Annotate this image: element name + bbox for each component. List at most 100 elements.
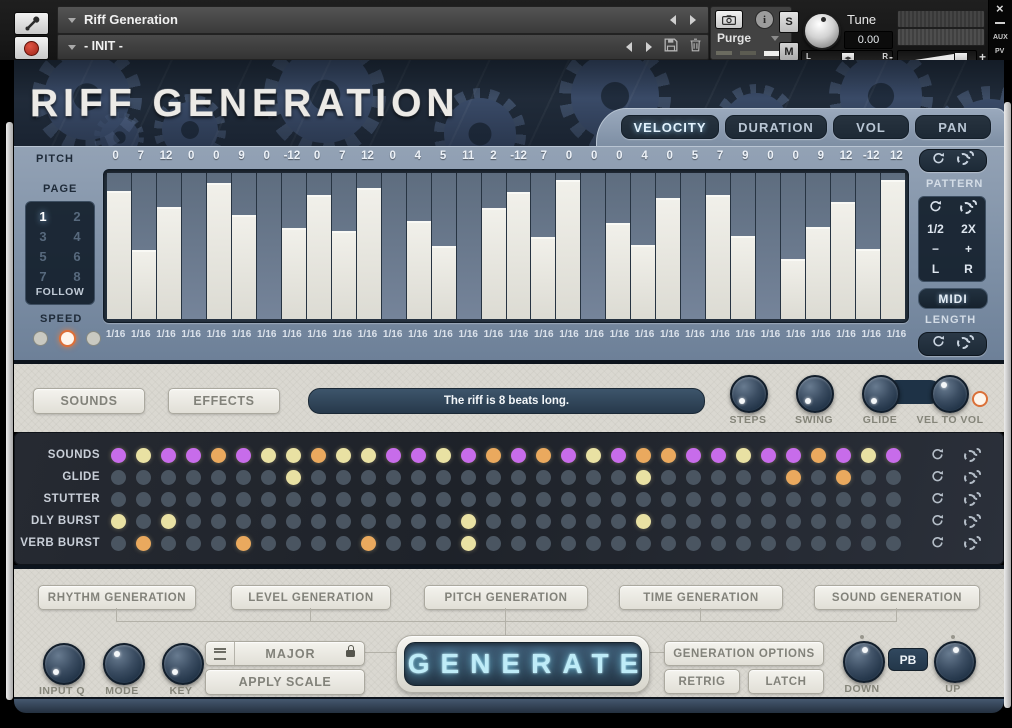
step-bar[interactable] [806, 227, 830, 319]
fx-step-dot[interactable] [836, 470, 851, 485]
page-7[interactable]: 7 [39, 269, 46, 284]
fx-step-dot[interactable] [386, 470, 401, 485]
duration-value[interactable]: 1/16 [859, 329, 884, 340]
pitch-value[interactable]: 12 [153, 150, 178, 162]
button-time-generation[interactable]: TIME GENERATION [619, 585, 783, 610]
step-column[interactable] [457, 173, 481, 319]
duration-value[interactable]: 1/16 [733, 329, 758, 340]
fx-step-dot[interactable] [461, 492, 476, 507]
fx-step-dot[interactable] [361, 514, 376, 529]
fx-step-dot[interactable] [761, 470, 776, 485]
button-pitch-generation[interactable]: PITCH GENERATION [424, 585, 588, 610]
pattern-button-r[interactable]: R [964, 262, 973, 276]
fx-step-dot[interactable] [186, 448, 201, 463]
pattern-button-l[interactable]: L [932, 262, 939, 276]
fx-step-dot[interactable] [711, 514, 726, 529]
scale-value[interactable]: MAJOR [235, 647, 346, 661]
step-bar[interactable] [531, 237, 555, 319]
step-column[interactable] [606, 173, 630, 319]
fx-step-dot[interactable] [386, 536, 401, 551]
fx-step-dot[interactable] [786, 536, 801, 551]
fx-row-refresh-icon[interactable] [931, 536, 944, 554]
effects-tab-button[interactable]: EFFECTS [168, 388, 280, 414]
fx-step-dot[interactable] [636, 536, 651, 551]
aux-label[interactable]: AUX [993, 34, 1008, 41]
pitch-value[interactable]: 7 [531, 150, 556, 162]
fx-step-dot[interactable] [661, 448, 676, 463]
swing-knob[interactable] [796, 375, 834, 413]
fx-step-dot[interactable] [411, 492, 426, 507]
fx-step-dot[interactable] [311, 514, 326, 529]
fx-step-dot[interactable] [711, 492, 726, 507]
fx-step-dot[interactable] [211, 514, 226, 529]
fx-step-dot[interactable] [586, 492, 601, 507]
fx-step-dot[interactable] [436, 448, 451, 463]
duration-value[interactable]: 1/16 [682, 329, 707, 340]
fx-step-dot[interactable] [486, 470, 501, 485]
duration-value[interactable]: 1/16 [204, 329, 229, 340]
fx-step-dot[interactable] [836, 536, 851, 551]
generate-button[interactable]: GENERATE [396, 635, 650, 693]
fx-step-dot[interactable] [411, 470, 426, 485]
edit-wrench-button[interactable] [14, 12, 49, 35]
pattern-button-2x[interactable]: 2X [961, 222, 976, 236]
minimize-icon[interactable] [995, 22, 1005, 24]
step-column[interactable] [781, 173, 805, 319]
duration-value[interactable]: 1/16 [430, 329, 455, 340]
fx-step-dot[interactable] [686, 492, 701, 507]
step-bar[interactable] [831, 202, 855, 319]
fx-step-dot[interactable] [661, 470, 676, 485]
fx-step-dot[interactable] [511, 536, 526, 551]
page-2[interactable]: 2 [73, 209, 80, 224]
retrig-button[interactable]: RETRIG [664, 669, 740, 694]
fx-step-dot[interactable] [336, 514, 351, 529]
fx-step-dot[interactable] [811, 536, 826, 551]
length-gear-icon[interactable] [957, 335, 974, 354]
step-column[interactable] [307, 173, 331, 319]
glide-knob[interactable] [862, 375, 900, 413]
fx-step-dot[interactable] [236, 448, 251, 463]
step-column[interactable] [182, 173, 206, 319]
fx-row-gear-icon[interactable] [964, 492, 981, 511]
snapshot-camera-button[interactable] [715, 10, 743, 29]
fx-step-dot[interactable] [436, 514, 451, 529]
pitch-value[interactable]: 4 [632, 150, 657, 162]
button-rhythm-generation[interactable]: RHYTHM GENERATION [38, 585, 196, 610]
pitch-value[interactable]: 0 [179, 150, 204, 162]
instrument-dropdown-caret[interactable] [68, 18, 76, 23]
step-bar[interactable] [881, 180, 905, 319]
fx-step-dot[interactable] [161, 448, 176, 463]
pitch-value[interactable]: 0 [657, 150, 682, 162]
fx-step-dot[interactable] [386, 448, 401, 463]
next-preset-arrow[interactable] [646, 42, 652, 52]
duration-value[interactable]: 1/16 [330, 329, 355, 340]
fx-step-dot[interactable] [636, 492, 651, 507]
fx-step-dot[interactable] [361, 448, 376, 463]
step-column[interactable] [831, 173, 855, 319]
step-column[interactable] [407, 173, 431, 319]
fx-step-dot[interactable] [611, 470, 626, 485]
pattern-button-−[interactable]: − [932, 242, 939, 256]
fx-step-dot[interactable] [486, 448, 501, 463]
step-bar[interactable] [107, 191, 131, 319]
fx-step-dot[interactable] [586, 470, 601, 485]
pitch-value[interactable]: 0 [305, 150, 330, 162]
refresh-icon[interactable] [932, 152, 945, 170]
step-column[interactable] [282, 173, 306, 319]
fx-step-dot[interactable] [261, 514, 276, 529]
step-column[interactable] [382, 173, 406, 319]
fx-step-dot[interactable] [336, 448, 351, 463]
page-5[interactable]: 5 [39, 249, 46, 264]
fx-step-dot[interactable] [786, 514, 801, 529]
page-4[interactable]: 4 [73, 229, 80, 244]
step-column[interactable] [531, 173, 555, 319]
fx-step-dot[interactable] [661, 492, 676, 507]
duration-value[interactable]: 1/16 [708, 329, 733, 340]
step-bar[interactable] [357, 188, 381, 319]
duration-value[interactable]: 1/16 [355, 329, 380, 340]
step-bar[interactable] [407, 221, 431, 319]
vel-to-vol-knob[interactable] [931, 375, 969, 413]
fx-step-dot[interactable] [336, 470, 351, 485]
fx-step-dot[interactable] [211, 448, 226, 463]
fx-step-dot[interactable] [236, 514, 251, 529]
